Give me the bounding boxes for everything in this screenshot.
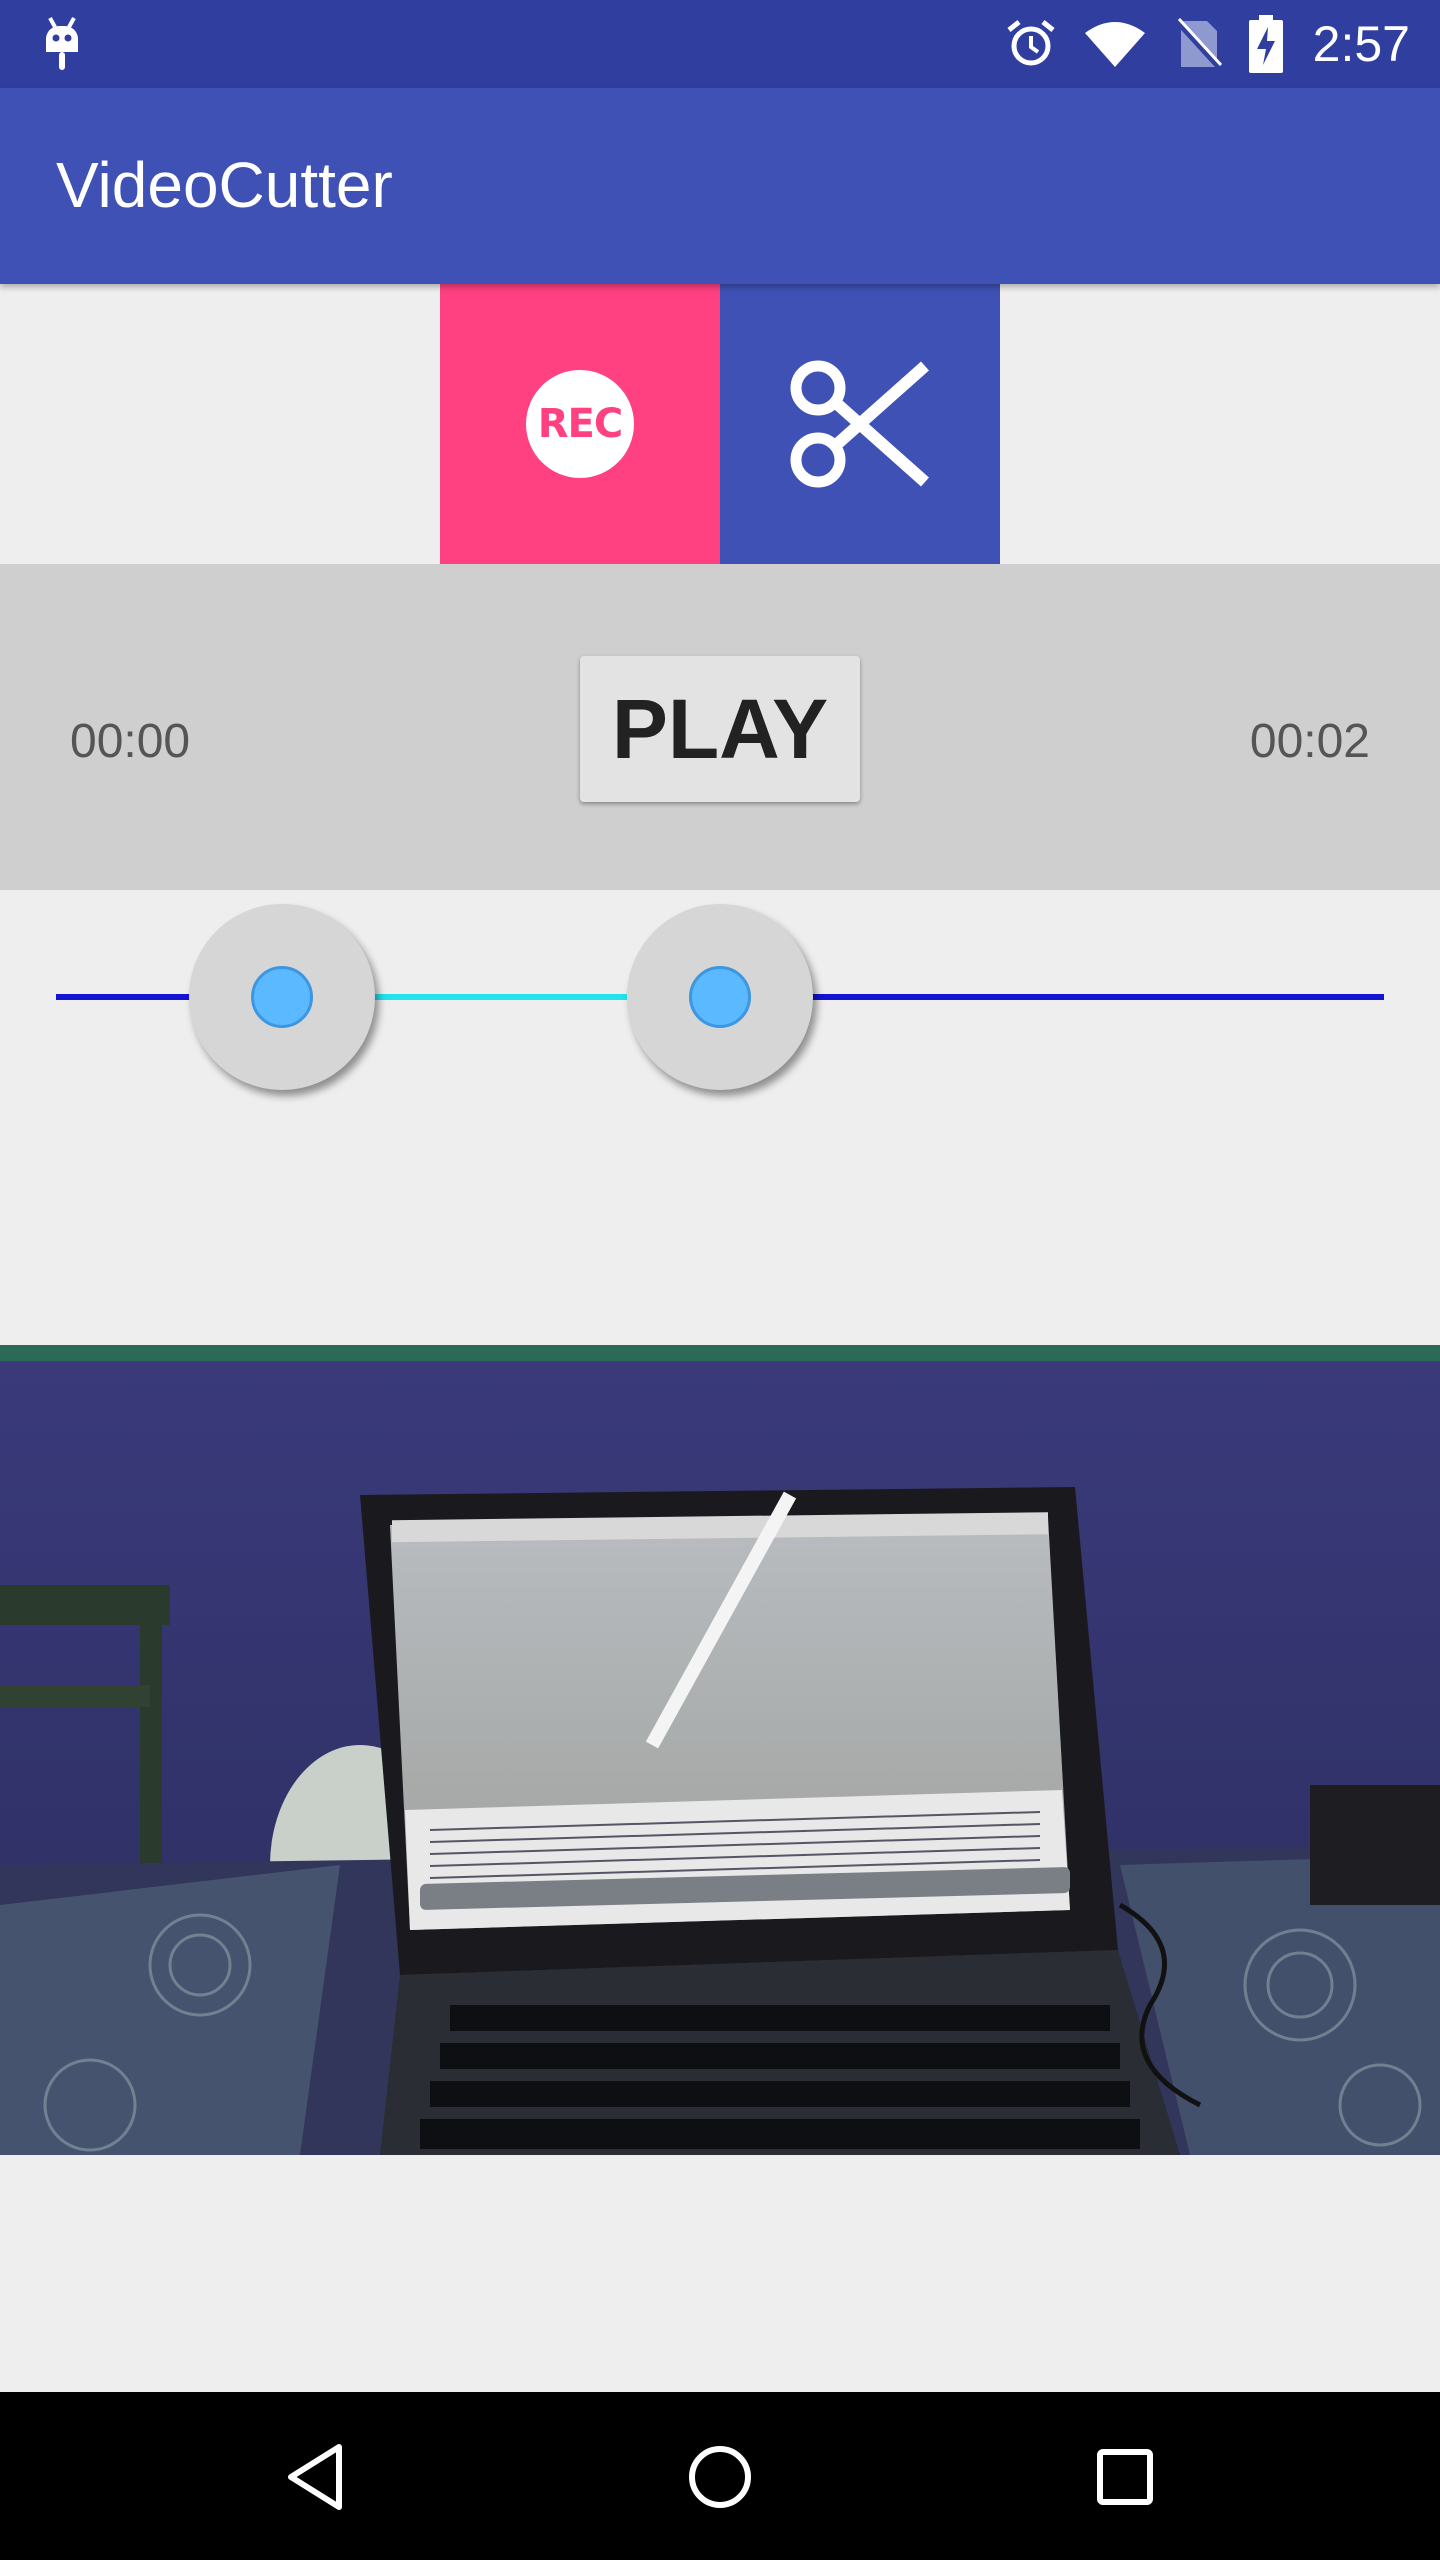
thumb-dot <box>689 966 751 1028</box>
status-bar: 2:57 <box>0 0 1440 88</box>
clock-time: 2:57 <box>1312 16 1410 72</box>
rec-label: REC <box>537 401 623 447</box>
player-panel: 00:00 PLAY 00:02 <box>0 564 1440 890</box>
android-icon <box>46 17 78 70</box>
end-time-label: 00:02 <box>1249 715 1370 768</box>
app-title: VideoCutter <box>56 149 393 221</box>
alarm-icon <box>1007 20 1055 66</box>
record-button[interactable]: REC <box>440 284 720 564</box>
home-icon <box>689 2446 751 2508</box>
play-button[interactable]: PLAY <box>580 656 860 802</box>
start-time-label: 00:00 <box>70 715 191 768</box>
wifi-icon <box>1084 22 1145 67</box>
home-button[interactable] <box>675 2432 765 2522</box>
back-icon <box>288 2444 342 2510</box>
battery-charging-icon <box>1248 15 1283 73</box>
preview-scene <box>0 1345 1440 2155</box>
range-slider[interactable] <box>0 890 1440 1160</box>
range-start-thumb[interactable] <box>188 904 375 1090</box>
scissors-icon <box>790 360 929 488</box>
back-button[interactable] <box>270 2432 360 2522</box>
cut-button[interactable] <box>720 284 1000 564</box>
action-buttons: REC <box>440 284 1000 564</box>
range-end-thumb[interactable] <box>627 904 813 1090</box>
recents-icon <box>1097 2449 1153 2505</box>
rec-icon: REC <box>526 370 634 478</box>
video-preview-image[interactable] <box>0 1345 1440 2155</box>
recents-button[interactable] <box>1080 2432 1170 2522</box>
no-sim-icon <box>1174 17 1222 70</box>
thumb-dot <box>250 966 313 1028</box>
navigation-bar <box>0 2392 1440 2560</box>
app-bar: VideoCutter <box>0 88 1440 284</box>
